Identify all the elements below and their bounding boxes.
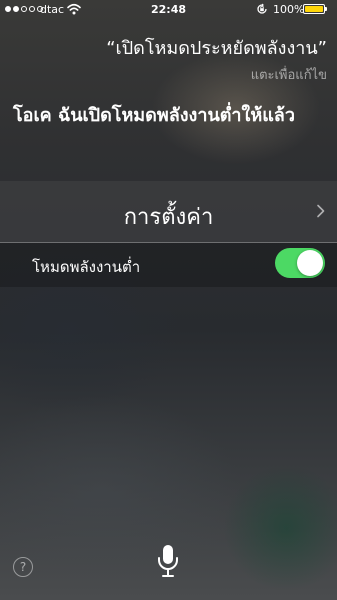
status-bar: dtac 22:48 100% bbox=[0, 0, 337, 20]
toggle-knob bbox=[297, 250, 323, 276]
battery-nub bbox=[325, 7, 327, 11]
low-power-mode-toggle[interactable] bbox=[275, 248, 325, 278]
microphone-icon[interactable] bbox=[156, 544, 180, 578]
low-power-mode-row: โหมดพลังงานต่ำ bbox=[0, 243, 337, 287]
siri-response: โอเค ฉันเปิดโหมดพลังงานต่ำให้แล้ว bbox=[13, 105, 295, 126]
settings-card: การตั้งค่า โหมดพลังงานต่ำ bbox=[0, 181, 337, 287]
low-power-mode-label: โหมดพลังงานต่ำ bbox=[32, 258, 141, 276]
siri-screen: dtac 22:48 100% “เปิดโหมดประหยัดพลังงาน”… bbox=[0, 0, 337, 600]
battery-percent: 100% bbox=[273, 3, 305, 16]
battery-fill bbox=[305, 6, 323, 12]
settings-header-label: การตั้งค่า bbox=[123, 205, 214, 230]
help-button[interactable]: ? bbox=[13, 557, 33, 577]
tap-to-edit-link[interactable]: แตะเพื่อแก้ไข bbox=[251, 64, 327, 85]
user-query: “เปิดโหมดประหยัดพลังงาน” bbox=[106, 38, 327, 59]
chevron-right-icon bbox=[317, 204, 325, 218]
orientation-lock-icon bbox=[257, 3, 267, 14]
settings-header-button[interactable]: การตั้งค่า bbox=[0, 181, 337, 242]
battery-icon bbox=[303, 4, 327, 14]
